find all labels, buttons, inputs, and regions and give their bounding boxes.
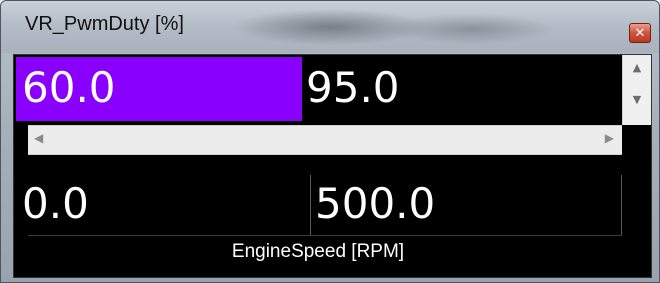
horizontal-scrollbar[interactable]: ◀ ▶ (28, 125, 622, 155)
scroll-down-icon[interactable]: ▼ (623, 93, 651, 106)
value-cell-0-text: 60.0 (22, 63, 116, 112)
axis-cell-0-text: 0.0 (22, 179, 89, 228)
window-title: VR_PwmDuty [%] (25, 13, 184, 35)
value-cell-0[interactable]: 60.0 (16, 57, 302, 121)
axis-label-divider (28, 235, 622, 236)
value-cell-1[interactable]: 95.0 (302, 57, 622, 121)
value-cell-1-text: 95.0 (306, 63, 400, 112)
axis-label: EngineSpeed [RPM] (231, 241, 405, 262)
scroll-left-icon[interactable]: ◀ (34, 131, 43, 145)
axis-cell-1-text: 500.0 (315, 179, 436, 228)
close-icon: ✕ (634, 26, 646, 41)
scroll-right-icon[interactable]: ▶ (605, 131, 614, 145)
window-titlebar[interactable]: VR_PwmDuty [%] ✕ (1, 1, 659, 53)
table-editor-window: VR_PwmDuty [%] ✕ 60.0 95.0 ▲ ▼ ◀ ▶ 0.0 5… (0, 0, 660, 283)
axis-end-divider (621, 175, 622, 235)
axis-cell-0[interactable]: 0.0 (16, 175, 302, 235)
vertical-scrollbar[interactable]: ▲ ▼ (622, 55, 651, 125)
table-grid: 60.0 95.0 ▲ ▼ ◀ ▶ 0.0 500.0 EngineSpeed … (13, 54, 652, 278)
axis-cell-1[interactable]: 500.0 (311, 175, 621, 235)
close-button[interactable]: ✕ (629, 23, 651, 43)
scroll-up-icon[interactable]: ▲ (623, 61, 651, 74)
